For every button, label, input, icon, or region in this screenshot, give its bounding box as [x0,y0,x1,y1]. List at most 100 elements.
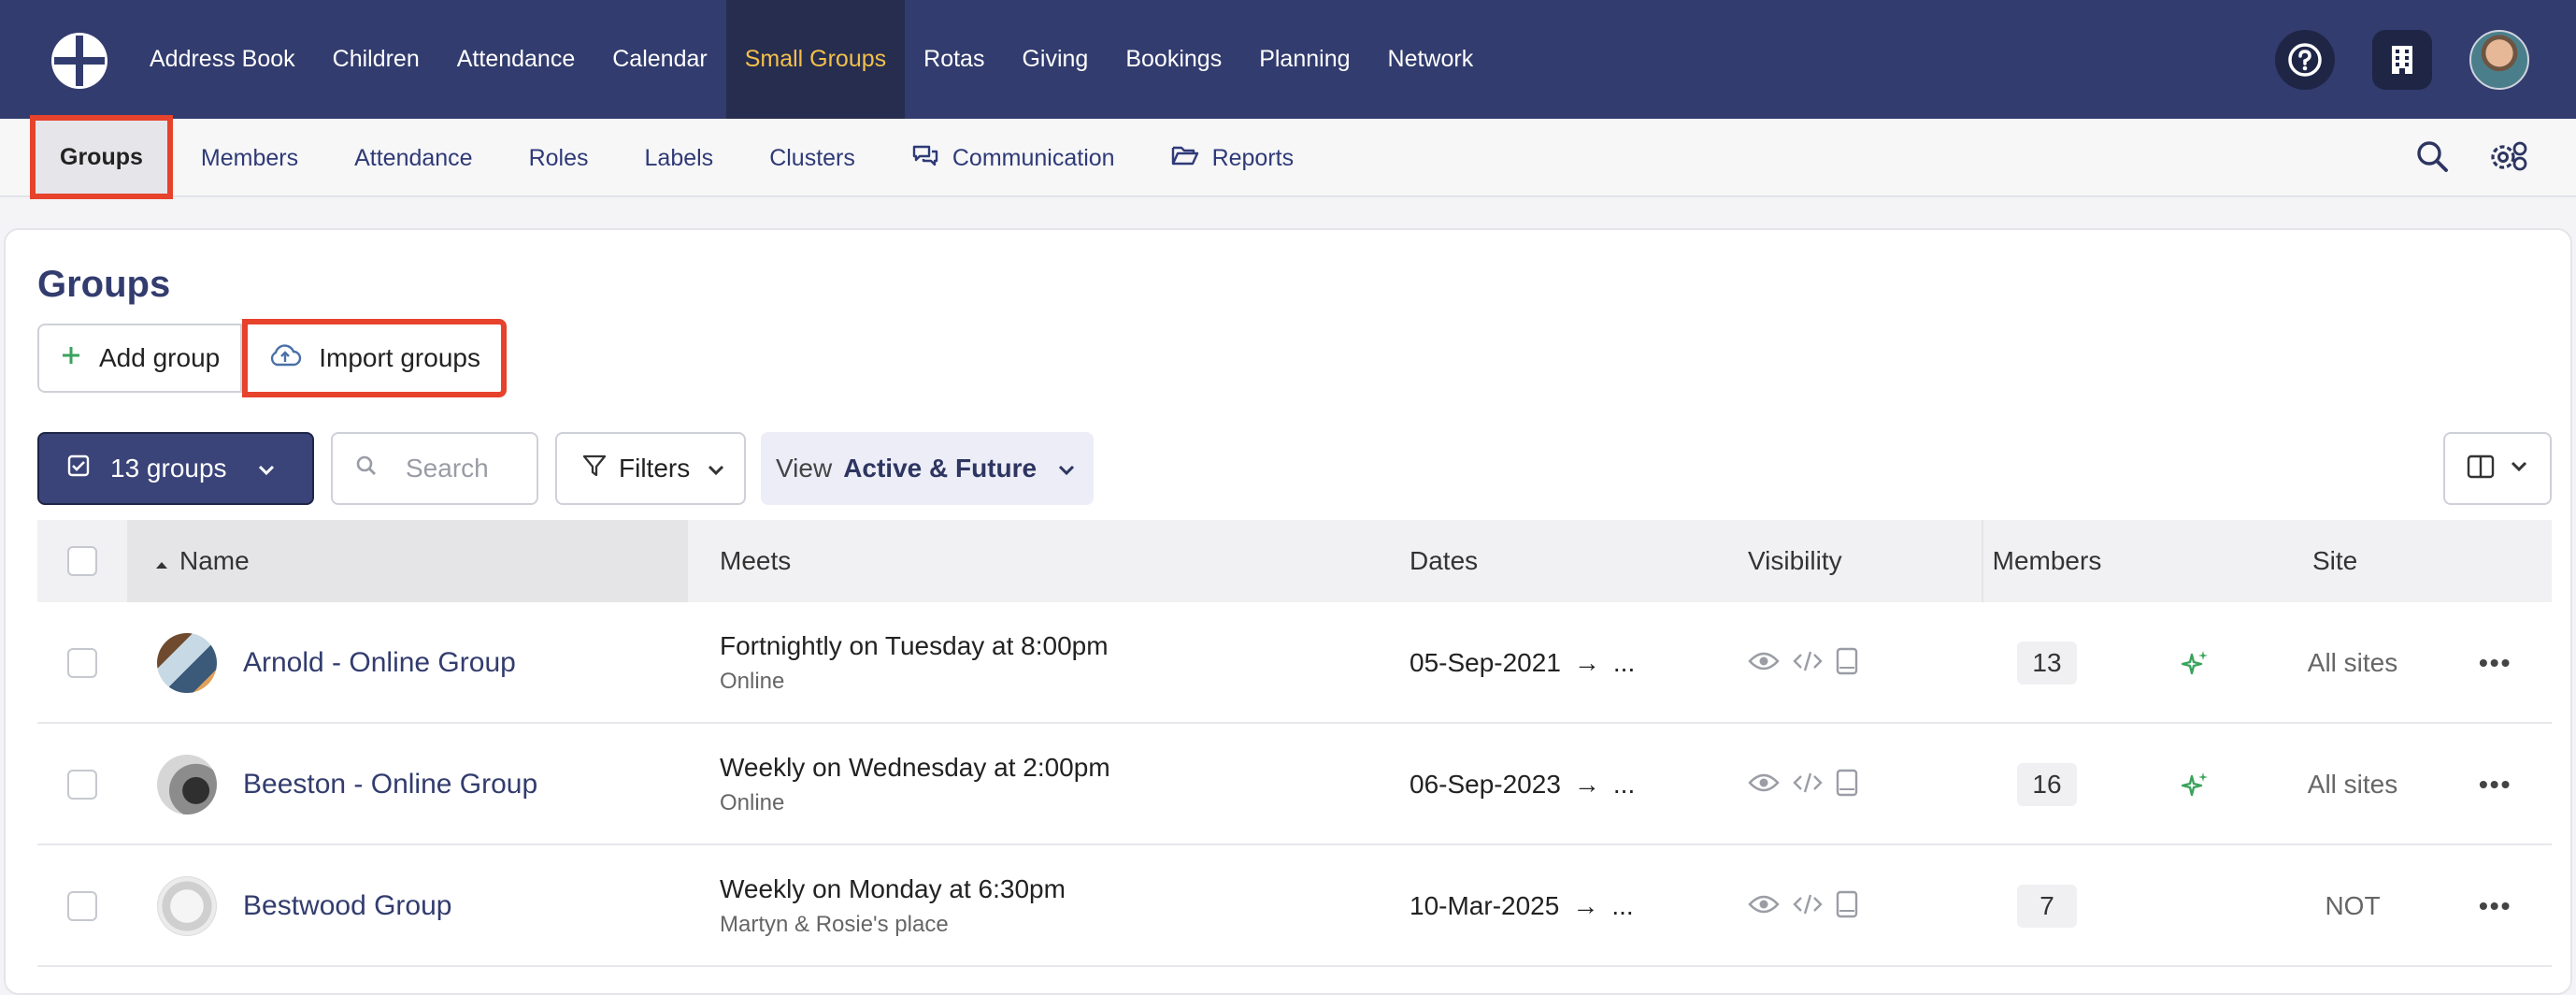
groups-table: Name Meets Dates Visibility Members Site… [37,520,2552,967]
tab-clusters-label: Clusters [769,144,855,171]
group-name-link[interactable]: Beeston - Online Group [243,769,537,800]
group-cell: Bestwood Group [157,845,451,967]
tab-reports[interactable]: Reports [1143,119,1323,197]
arrow-right-icon: → [1573,770,1600,799]
table-row[interactable]: Bestwood Group Weekly on Monday at 6:30p… [37,845,2552,967]
tab-roles[interactable]: Roles [501,119,617,197]
more-options-icon[interactable]: ••• [2479,602,2512,724]
tab-attendance[interactable]: Attendance [326,119,501,197]
cloud-upload-icon [268,342,302,375]
site-cell: All sites [2307,770,2398,799]
sparkle-icon [2182,602,2210,724]
members-cell: 7 [1982,845,2112,967]
row-checkbox[interactable] [67,724,97,845]
select-groups-label: 13 groups [110,454,227,483]
building-icon[interactable] [2372,29,2432,90]
start-date: 06-Sep-2023 [1410,770,1561,799]
visibility-cell [1748,602,1858,724]
visibility-cell [1748,845,1858,967]
tab-communication[interactable]: Communication [883,119,1143,197]
tab-communication-label: Communication [952,144,1115,171]
dates-header[interactable]: Dates [1410,520,1478,602]
select-all-checkbox[interactable] [67,520,97,602]
tablet-icon [1836,647,1858,680]
site-header[interactable]: Site [2312,520,2357,602]
help-circle-icon[interactable] [2275,29,2335,90]
view-value: Active & Future [843,454,1038,483]
filters-button[interactable]: Filters [555,432,746,505]
search-input[interactable]: Search [331,432,538,505]
end-date: ... [1611,891,1634,920]
group-name-link[interactable]: Arnold - Online Group [243,647,516,679]
meets-location: Online [720,669,785,694]
eye-icon [1748,651,1780,676]
dates-cell: 06-Sep-2023 → ... [1410,724,1635,845]
view-dropdown[interactable]: View Active & Future [761,432,1094,505]
end-date: ... [1612,770,1636,799]
group-name-link[interactable]: Bestwood Group [243,890,451,922]
group-cell: Beeston - Online Group [157,724,537,845]
nav-children[interactable]: Children [314,0,438,119]
nav-rotas[interactable]: Rotas [905,0,1003,119]
visibility-cell [1748,724,1858,845]
user-avatar[interactable] [2469,29,2529,90]
row-checkbox[interactable] [67,845,97,967]
code-embed-icon [1793,771,1823,800]
add-group-button[interactable]: Add group [37,324,243,393]
settings-gear-icon[interactable] [2488,139,2529,178]
table-row[interactable]: Beeston - Online Group Weekly on Wednesd… [37,724,2552,845]
members-count[interactable]: 16 [2017,763,2077,806]
name-header-label: Name [179,546,250,575]
members-header[interactable]: Members [1982,520,2112,602]
nav-giving[interactable]: Giving [1003,0,1107,119]
start-date: 10-Mar-2025 [1410,891,1560,920]
folder-open-icon [1171,144,1199,173]
nav-planning[interactable]: Planning [1240,0,1368,119]
chevron-down-icon [1057,454,1076,483]
meets-schedule: Weekly on Wednesday at 2:00pm [720,753,1110,782]
nav-network[interactable]: Network [1369,0,1493,119]
logo-icon[interactable] [49,30,110,92]
tab-attendance-label: Attendance [354,144,473,171]
top-navigation: Address Book Children Attendance Calenda… [0,0,2576,119]
checkbox-checked-icon [67,454,90,483]
nav-attendance[interactable]: Attendance [438,0,594,119]
plus-icon [60,343,82,373]
dates-cell: 10-Mar-2025 → ... [1410,845,1634,967]
name-header[interactable]: Name [127,520,688,602]
row-checkbox[interactable] [67,602,97,724]
import-groups-button[interactable]: Import groups [242,319,507,397]
tab-groups[interactable]: Groups [30,115,173,199]
arrow-right-icon: → [1572,891,1599,920]
tab-clusters[interactable]: Clusters [741,119,883,197]
members-count[interactable]: 7 [2017,885,2077,928]
tab-members-label: Members [200,144,299,171]
tab-labels[interactable]: Labels [617,119,742,197]
end-date: ... [1612,648,1636,677]
site-cell: NOT [2325,891,2381,920]
groups-card: Groups Add group Import groups 13 groups… [4,228,2572,995]
tab-members[interactable]: Members [173,119,326,197]
nav-small-groups[interactable]: Small Groups [725,0,906,119]
members-count[interactable]: 13 [2017,642,2077,685]
nav-address-book[interactable]: Address Book [131,0,314,119]
select-groups-dropdown[interactable]: 13 groups [37,432,314,505]
more-options-icon[interactable]: ••• [2479,724,2512,845]
table-row[interactable]: Arnold - Online Group Fortnightly on Tue… [37,602,2552,724]
nav-calendar[interactable]: Calendar [594,0,725,119]
import-groups-label: Import groups [319,343,480,372]
more-options-icon[interactable]: ••• [2479,845,2512,967]
members-cell: 13 [1982,602,2112,724]
meets-schedule: Fortnightly on Tuesday at 8:00pm [720,631,1109,660]
columns-button[interactable] [2443,432,2552,505]
table-toolbar: 13 groups Search Filters View Active & F… [37,432,2552,505]
meets-header[interactable]: Meets [720,520,791,602]
nav-bookings[interactable]: Bookings [1107,0,1240,119]
meets-location: Martyn & Rosie's place [720,912,949,937]
dates-cell: 05-Sep-2021 → ... [1410,602,1635,724]
search-icon[interactable] [2415,139,2449,178]
tab-groups-label: Groups [60,143,143,170]
group-avatar [157,755,217,815]
code-embed-icon [1793,649,1823,678]
chat-bubbles-icon [911,143,939,174]
